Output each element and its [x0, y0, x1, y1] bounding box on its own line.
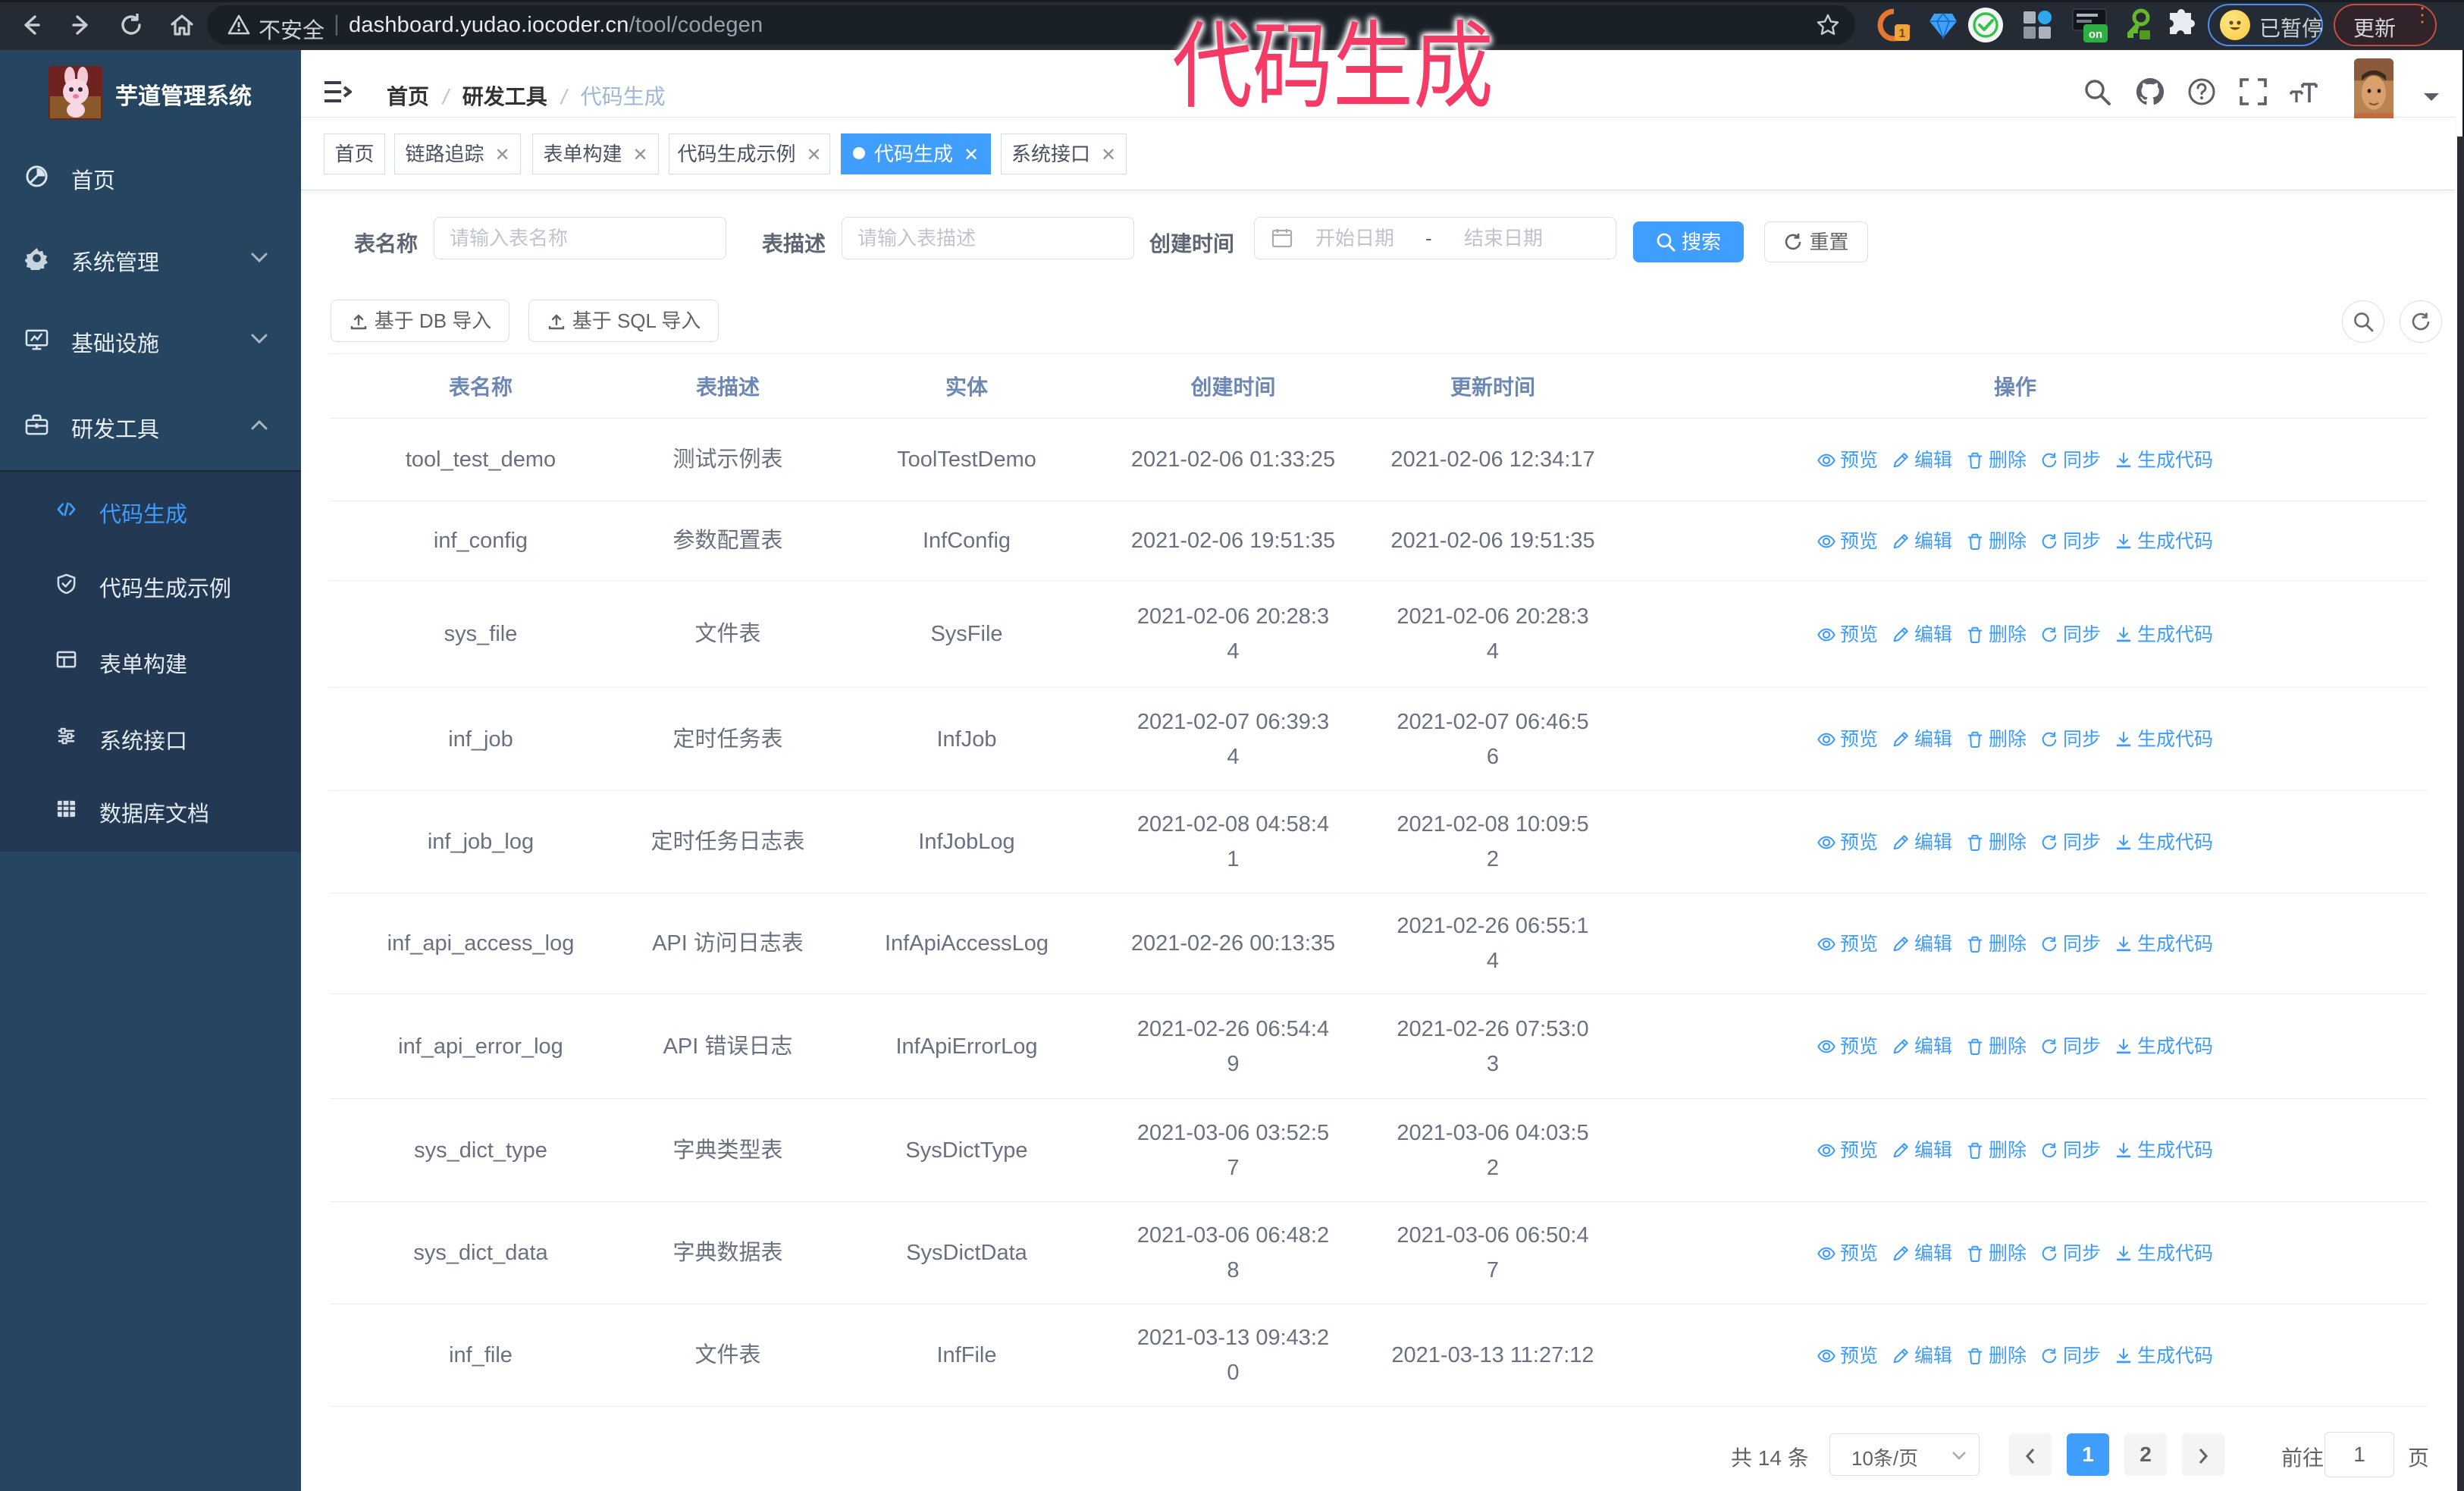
- svg-text:1: 1: [1899, 27, 1906, 40]
- svg-text:on: on: [2089, 28, 2102, 41]
